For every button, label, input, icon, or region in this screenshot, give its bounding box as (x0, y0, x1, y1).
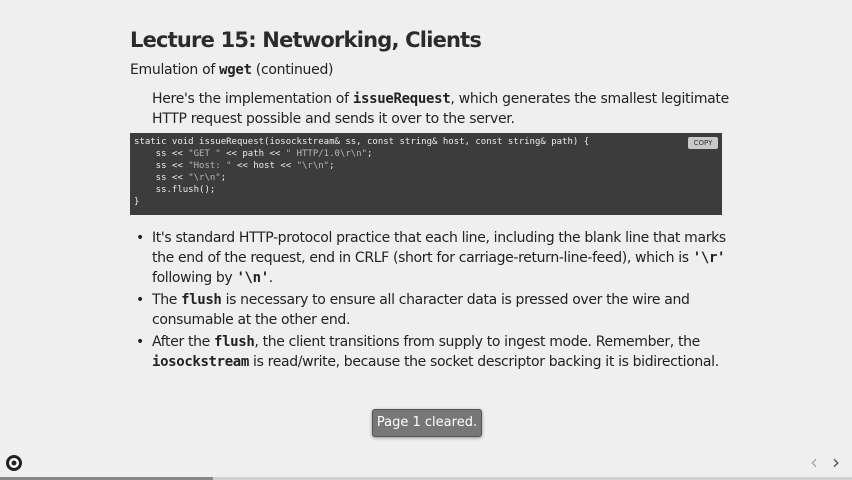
inline-code: flush (181, 292, 222, 308)
code-token: ; (329, 161, 335, 171)
subtitle-suffix: (continued) (251, 62, 334, 78)
slides-logo-icon[interactable] (0, 452, 22, 474)
subtitle-code: wget (219, 62, 252, 78)
intro-paragraph: Here's the implementation of issueReques… (152, 89, 732, 129)
inline-code: '\n' (236, 270, 269, 286)
code-token: ss << (134, 173, 189, 183)
bullet-text: is necessary to ensure all character dat… (152, 292, 690, 328)
code-lines: static void issueRequest(iosockstream& s… (134, 136, 722, 208)
code-line: ss << "GET " << path << " HTTP/1.0\r\n"; (134, 148, 722, 160)
intro-code: issueRequest (352, 91, 451, 107)
bullet-text: following by (152, 270, 237, 286)
code-line: static void issueRequest(iosockstream& s… (134, 136, 722, 148)
code-token: ; (220, 173, 227, 183)
code-line: ss << "\r\n"; (134, 172, 722, 184)
code-line: ss.flush(); (134, 184, 722, 196)
bullet-dot-icon: • (136, 292, 144, 308)
bullet-text: is read/write, because the socket descri… (248, 354, 719, 370)
code-token: ss << (134, 161, 189, 171)
code-token: "GET " (188, 149, 221, 159)
chevron-left-icon[interactable]: ‹ (810, 450, 818, 474)
inline-code: flush (214, 334, 255, 350)
bullet-dot-icon: • (136, 230, 144, 246)
code-token: "\r\n" (296, 161, 330, 171)
subtitle-prefix: Emulation of (130, 62, 220, 78)
chevron-right-icon[interactable]: › (832, 450, 840, 474)
bullet-text: After the (152, 334, 214, 350)
copy-button[interactable]: COPY (688, 137, 718, 149)
subtitle: Emulation of wget (continued) (130, 62, 334, 78)
bullet-item: • The flush is necessary to ensure all ch… (136, 290, 726, 330)
bullet-text: The (152, 292, 182, 308)
inline-code: iosockstream (152, 354, 249, 370)
code-token: ; (367, 149, 373, 159)
bullet-item: • After the flush, the client transitions… (136, 332, 726, 372)
code-token: << host << (231, 161, 297, 171)
code-token: "Host: " (188, 161, 232, 171)
code-token: " HTTP/1.0\r\n" (285, 149, 368, 159)
bullet-text: . (268, 270, 273, 286)
bullet-dot-icon: • (136, 334, 144, 350)
bullet-text: It's standard HTTP-protocol practice tha… (152, 230, 726, 266)
code-line: } (134, 196, 722, 208)
code-token: static void issueRequest(iosockstream& s… (134, 137, 590, 147)
intro-prefix: Here's the implementation of (152, 91, 353, 107)
code-token: ss.flush(); (134, 185, 216, 195)
inline-code: '\r' (692, 250, 726, 266)
code-token: } (134, 197, 140, 207)
code-token: "\r\n" (188, 173, 221, 183)
code-token: << path << (220, 149, 286, 159)
bullet-item: • It's standard HTTP-protocol practice th… (136, 228, 726, 288)
page-title: Lecture 15: Networking, Clients (130, 28, 482, 52)
bullet-text: , the client transitions from supply to … (254, 334, 700, 350)
status-toast: Page 1 cleared. (372, 409, 482, 437)
code-block: static void issueRequest(iosockstream& s… (130, 133, 722, 215)
code-line: ss << "Host: " << host << "\r\n"; (134, 160, 722, 172)
bullet-list: • It's standard HTTP-protocol practice th… (136, 228, 726, 374)
code-token: ss << (134, 149, 189, 159)
